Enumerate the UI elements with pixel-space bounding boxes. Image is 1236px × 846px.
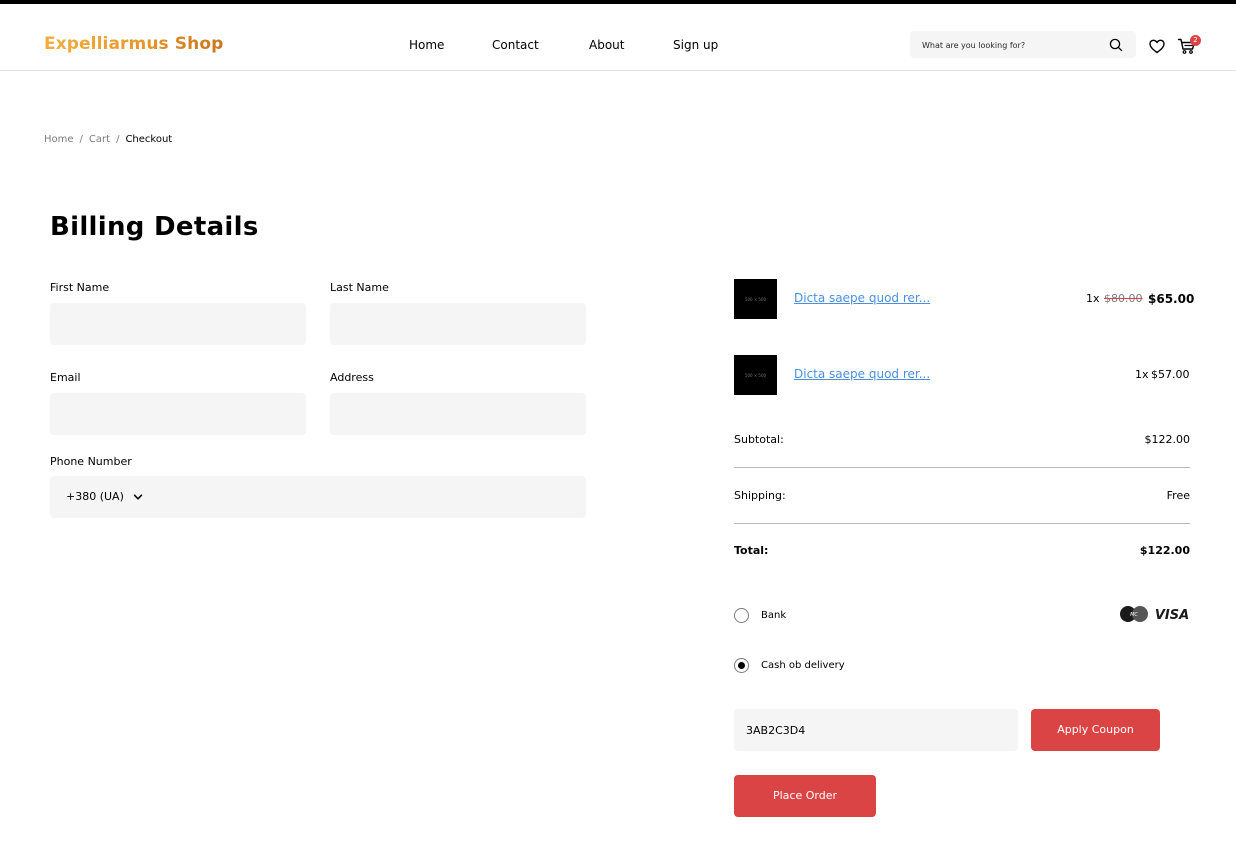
brand-logo[interactable]: Expelliarmus Shop — [44, 32, 223, 56]
divider — [734, 467, 1190, 468]
search-icon[interactable] — [1108, 37, 1124, 53]
divider — [734, 523, 1190, 524]
bank-label[interactable]: Bank — [761, 609, 786, 622]
coupon-input[interactable] — [734, 709, 1018, 751]
subtotal-label: Subtotal: — [734, 433, 784, 446]
product-thumbnail: 500 × 500 — [734, 355, 777, 395]
search-input[interactable] — [922, 38, 1102, 52]
nav-signup[interactable]: Sign up — [673, 38, 718, 52]
total-label: Total: — [734, 544, 769, 557]
last-name-field[interactable] — [330, 303, 586, 345]
mastercard-icon: MC — [1120, 606, 1148, 622]
address-field[interactable] — [330, 393, 586, 435]
breadcrumb: Home / Cart / Checkout — [44, 133, 172, 146]
nav-home[interactable]: Home — [409, 38, 444, 52]
breadcrumb-cart[interactable]: Cart — [89, 133, 110, 146]
svg-text:VISA: VISA — [1155, 608, 1189, 622]
product-thumbnail: 500 × 500 — [734, 279, 777, 319]
total-value: $122.00 — [1139, 544, 1190, 557]
cart-count-badge: 2 — [1190, 35, 1201, 46]
search-box — [910, 31, 1136, 58]
product-price: $57.00 — [1151, 368, 1190, 381]
nav-about[interactable]: About — [589, 38, 624, 52]
visa-icon: VISA — [1155, 608, 1189, 622]
breadcrumb-current: Checkout — [125, 134, 173, 145]
place-order-button[interactable]: Place Order — [734, 775, 876, 817]
breadcrumb-separator: / — [79, 134, 83, 145]
site-header: Expelliarmus Shop Home Contact About Sig… — [0, 4, 1236, 71]
phone-country-code-select[interactable]: +380 (UA) — [66, 490, 124, 504]
email-label: Email — [50, 371, 81, 384]
apply-coupon-button[interactable]: Apply Coupon — [1031, 709, 1160, 751]
product-name-link[interactable]: Dicta saepe quod rer... — [794, 367, 930, 382]
shipping-value: Free — [1166, 489, 1190, 502]
svg-text:MC: MC — [1130, 612, 1138, 618]
product-name-link[interactable]: Dicta saepe quod rer... — [794, 291, 930, 306]
last-name-label: Last Name — [330, 281, 389, 294]
shipping-label: Shipping: — [734, 489, 786, 502]
address-label: Address — [330, 371, 374, 384]
cash-on-delivery-label[interactable]: Cash ob delivery — [761, 659, 845, 672]
subtotal-value: $122.00 — [1144, 433, 1191, 446]
product-price: $65.00 — [1148, 292, 1195, 306]
bank-radio[interactable] — [734, 608, 749, 623]
phone-field[interactable]: +380 (UA) — [50, 476, 586, 518]
nav-contact[interactable]: Contact — [492, 38, 539, 52]
phone-label: Phone Number — [50, 455, 132, 468]
breadcrumb-home[interactable]: Home — [44, 133, 74, 146]
cash-on-delivery-radio[interactable] — [734, 658, 749, 673]
breadcrumb-separator: / — [116, 134, 120, 145]
chevron-down-icon[interactable] — [132, 491, 144, 503]
first-name-field[interactable] — [50, 303, 306, 345]
product-quantity: 1x — [1135, 368, 1149, 381]
first-name-label: First Name — [50, 281, 110, 294]
product-quantity: 1x — [1086, 292, 1100, 305]
page-title: Billing Details — [50, 212, 259, 242]
email-field[interactable] — [50, 393, 306, 435]
wishlist-heart-icon[interactable] — [1148, 37, 1166, 55]
product-old-price: $80.00 — [1104, 292, 1143, 305]
